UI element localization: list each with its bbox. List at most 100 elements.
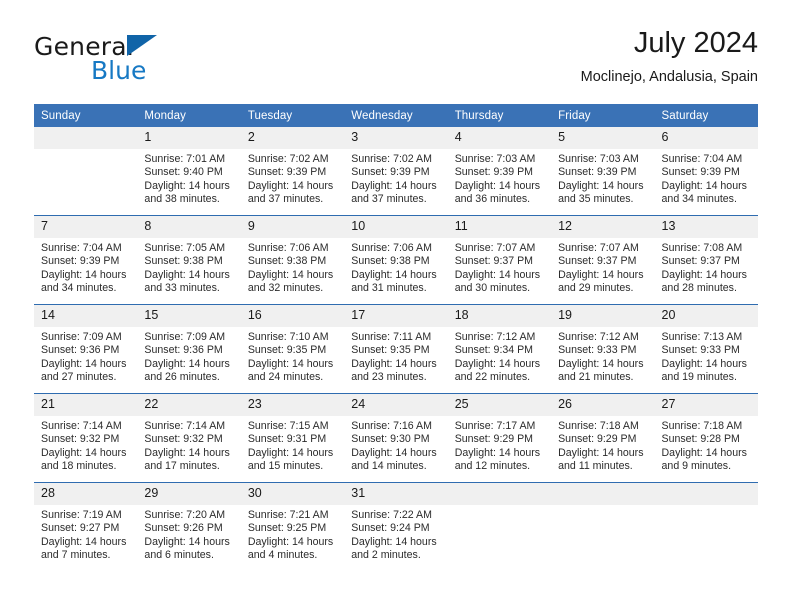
general-blue-logo[interactable]: General Blue	[34, 32, 244, 88]
sun-info-line: Sunset: 9:37 PM	[558, 255, 637, 268]
calendar-day-cell[interactable]: 10 Sunrise: 7:06 AM Sunset: 9:38 PM Dayligh…	[344, 215, 448, 305]
sun-info-line: Sunrise: 7:15 AM	[247, 420, 329, 432]
sun-info: Sunrise: 7:18 AM Sunset: 9:28 PM Daylight:…	[655, 416, 758, 474]
sun-info-line: Sunset: 9:26 PM	[144, 522, 223, 535]
calendar-day-cell[interactable]: 15 Sunrise: 7:09 AM Sunset: 9:36 PM Dayligh…	[137, 304, 241, 394]
calendar-day-cell[interactable]: 9 Sunrise: 7:06 AM Sunset: 9:38 PM Daylight…	[240, 215, 345, 305]
sun-info-line: Sunrise: 7:11 AM	[351, 331, 432, 343]
day-cell-content: 8 Sunrise: 7:05 AM Sunset: 9:38 PM Daylight…	[137, 216, 241, 304]
calendar-day-cell[interactable]: 25 Sunrise: 7:17 AM Sunset: 9:29 PM Dayligh…	[447, 393, 552, 483]
calendar-day-cell[interactable]: 13 Sunrise: 7:08 AM Sunset: 9:37 PM Dayligh…	[654, 215, 758, 305]
sun-info-line: Daylight: 14 hours	[351, 179, 437, 192]
sun-info-line: Sunrise: 7:14 AM	[144, 420, 226, 432]
sun-info-line: Sunrise: 7:04 AM	[661, 153, 743, 165]
sun-info-line: Daylight: 14 hours	[247, 535, 334, 548]
day-number: 15	[137, 305, 241, 327]
page-header: General Blue July 2024 Moclinejo, Andalu…	[34, 26, 758, 96]
calendar-day-cell[interactable]: 5 Sunrise: 7:03 AM Sunset: 9:39 PM Daylight…	[551, 127, 655, 216]
calendar-day-cell[interactable]: 23 Sunrise: 7:15 AM Sunset: 9:31 PM Dayligh…	[240, 393, 345, 483]
day-cell-content: 25 Sunrise: 7:17 AM Sunset: 9:29 PM Dayligh…	[447, 394, 552, 482]
sun-info-line: Sunrise: 7:09 AM	[144, 331, 226, 343]
sun-info: Sunrise: 7:22 AM Sunset: 9:24 PM Daylight:…	[344, 505, 447, 563]
sun-info-line: and 36 minutes.	[454, 193, 531, 206]
sun-info-line: Daylight: 14 hours	[247, 357, 334, 370]
sun-info: Sunrise: 7:02 AM Sunset: 9:39 PM Daylight:…	[344, 149, 447, 207]
calendar-day-cell[interactable]: 6 Sunrise: 7:04 AM Sunset: 9:39 PM Daylight…	[654, 127, 758, 216]
sun-info-line: and 23 minutes.	[351, 371, 427, 384]
sun-info-line: Sunrise: 7:18 AM	[558, 420, 639, 432]
calendar-day-cell[interactable]: 24 Sunrise: 7:16 AM Sunset: 9:30 PM Dayligh…	[344, 393, 448, 483]
day-cell-content: 28 Sunrise: 7:19 AM Sunset: 9:27 PM Dayligh…	[34, 483, 138, 571]
day-cell-content: 1 Sunrise: 7:01 AM Sunset: 9:40 PM Daylight…	[137, 127, 241, 215]
sun-info-line: Sunrise: 7:21 AM	[247, 509, 329, 521]
day-number: 27	[654, 394, 758, 416]
day-cell-content: 23 Sunrise: 7:15 AM Sunset: 9:31 PM Dayligh…	[240, 394, 345, 482]
calendar-day-cell[interactable]: 27 Sunrise: 7:18 AM Sunset: 9:28 PM Dayligh…	[654, 393, 758, 483]
sun-info-line: Sunrise: 7:22 AM	[351, 509, 432, 521]
calendar-day-cell[interactable]: 14 Sunrise: 7:09 AM Sunset: 9:36 PM Dayligh…	[34, 304, 138, 394]
calendar-day-cell[interactable]: 17 Sunrise: 7:11 AM Sunset: 9:35 PM Dayligh…	[344, 304, 448, 394]
calendar-week-row: 28 Sunrise: 7:19 AM Sunset: 9:27 PM Dayligh…	[34, 482, 758, 571]
day-number: 7	[34, 216, 138, 238]
day-cell-content: 2 Sunrise: 7:02 AM Sunset: 9:39 PM Daylight…	[240, 127, 345, 215]
day-number: 9	[240, 216, 345, 238]
calendar-day-cell[interactable]: 7 Sunrise: 7:04 AM Sunset: 9:39 PM Daylight…	[34, 215, 138, 305]
day-number: 29	[137, 483, 241, 505]
calendar-day-cell[interactable]: 2 Sunrise: 7:02 AM Sunset: 9:39 PM Daylight…	[240, 127, 345, 216]
sun-info-line: and 21 minutes.	[558, 371, 634, 384]
calendar-day-cell[interactable]: 8 Sunrise: 7:05 AM Sunset: 9:38 PM Daylight…	[137, 215, 241, 305]
calendar-day-cell[interactable]: 26 Sunrise: 7:18 AM Sunset: 9:29 PM Dayligh…	[551, 393, 655, 483]
calendar-day-cell[interactable]: 3 Sunrise: 7:02 AM Sunset: 9:39 PM Daylight…	[344, 127, 448, 216]
sun-info-line: Sunset: 9:39 PM	[351, 166, 430, 179]
sun-info-line: Daylight: 14 hours	[41, 535, 127, 548]
sun-info: Sunrise: 7:04 AM Sunset: 9:39 PM Daylight:…	[34, 238, 137, 296]
sun-info-line: Sunrise: 7:10 AM	[247, 331, 329, 343]
sun-info-line: Daylight: 14 hours	[41, 268, 127, 281]
day-cell-content: 20 Sunrise: 7:13 AM Sunset: 9:33 PM Dayligh…	[654, 305, 758, 393]
day-number: 19	[551, 305, 655, 327]
sun-info: Sunrise: 7:08 AM Sunset: 9:37 PM Daylight:…	[655, 238, 758, 296]
calendar-day-cell[interactable]: 30 Sunrise: 7:21 AM Sunset: 9:25 PM Dayligh…	[240, 482, 345, 571]
day-number: 5	[551, 127, 655, 149]
weekday-header-saturday: Saturday	[654, 104, 758, 127]
sun-info-line: Daylight: 14 hours	[661, 268, 747, 281]
calendar-day-cell[interactable]: 19 Sunrise: 7:12 AM Sunset: 9:33 PM Dayligh…	[551, 304, 655, 394]
sun-info: Sunrise: 7:15 AM Sunset: 9:31 PM Daylight:…	[241, 416, 344, 474]
calendar-day-cell[interactable]: 28 Sunrise: 7:19 AM Sunset: 9:27 PM Dayligh…	[34, 482, 138, 571]
day-cell-content: 3 Sunrise: 7:02 AM Sunset: 9:39 PM Daylight…	[344, 127, 448, 215]
calendar-day-cell[interactable]: 16 Sunrise: 7:10 AM Sunset: 9:35 PM Dayligh…	[240, 304, 345, 394]
day-number: 17	[344, 305, 448, 327]
sun-info: Sunrise: 7:14 AM Sunset: 9:32 PM Daylight:…	[137, 416, 240, 474]
day-number	[34, 127, 138, 149]
calendar-day-cell[interactable]: 20 Sunrise: 7:13 AM Sunset: 9:33 PM Dayligh…	[654, 304, 758, 394]
sun-info-line: Daylight: 14 hours	[144, 535, 230, 548]
sun-info-line: Daylight: 14 hours	[661, 357, 747, 370]
day-cell-content: 7 Sunrise: 7:04 AM Sunset: 9:39 PM Daylight…	[34, 216, 138, 304]
page-subtitle: Moclinejo, Andalusia, Spain	[580, 69, 758, 85]
sun-info-line: and 29 minutes.	[558, 282, 634, 295]
weekday-header-monday: Monday	[137, 104, 241, 127]
calendar-day-cell[interactable]: 18 Sunrise: 7:12 AM Sunset: 9:34 PM Dayligh…	[447, 304, 552, 394]
sun-info-line: Sunrise: 7:07 AM	[558, 242, 639, 254]
calendar-day-cell[interactable]: 21 Sunrise: 7:14 AM Sunset: 9:32 PM Dayligh…	[34, 393, 138, 483]
calendar-day-cell[interactable]: 31 Sunrise: 7:22 AM Sunset: 9:24 PM Dayligh…	[344, 482, 448, 571]
sun-info-line: and 33 minutes.	[144, 282, 220, 295]
day-cell-content: 11 Sunrise: 7:07 AM Sunset: 9:37 PM Dayligh…	[447, 216, 552, 304]
sun-info-line: Daylight: 14 hours	[144, 268, 230, 281]
sun-info-line: Daylight: 14 hours	[144, 446, 230, 459]
calendar-day-cell[interactable]: 29 Sunrise: 7:20 AM Sunset: 9:26 PM Dayligh…	[137, 482, 241, 571]
calendar-day-cell[interactable]: 22 Sunrise: 7:14 AM Sunset: 9:32 PM Dayligh…	[137, 393, 241, 483]
sun-info-line: Sunset: 9:28 PM	[661, 433, 740, 446]
sun-info-line: Daylight: 14 hours	[558, 446, 644, 459]
sun-info: Sunrise: 7:01 AM Sunset: 9:40 PM Daylight:…	[137, 149, 240, 207]
sun-info-line: and 4 minutes.	[247, 549, 318, 562]
calendar-day-cell[interactable]: 11 Sunrise: 7:07 AM Sunset: 9:37 PM Dayligh…	[447, 215, 552, 305]
calendar-day-cell[interactable]: 4 Sunrise: 7:03 AM Sunset: 9:39 PM Daylight…	[447, 127, 552, 216]
day-number: 14	[34, 305, 138, 327]
calendar-day-cell[interactable]: 1 Sunrise: 7:01 AM Sunset: 9:40 PM Daylight…	[137, 127, 241, 216]
day-cell-content: 6 Sunrise: 7:04 AM Sunset: 9:39 PM Daylight…	[654, 127, 758, 215]
sun-info-line: and 27 minutes.	[41, 371, 117, 384]
day-number: 22	[137, 394, 241, 416]
day-cell-content: 21 Sunrise: 7:14 AM Sunset: 9:32 PM Dayligh…	[34, 394, 138, 482]
calendar-day-cell[interactable]: 12 Sunrise: 7:07 AM Sunset: 9:37 PM Dayligh…	[551, 215, 655, 305]
